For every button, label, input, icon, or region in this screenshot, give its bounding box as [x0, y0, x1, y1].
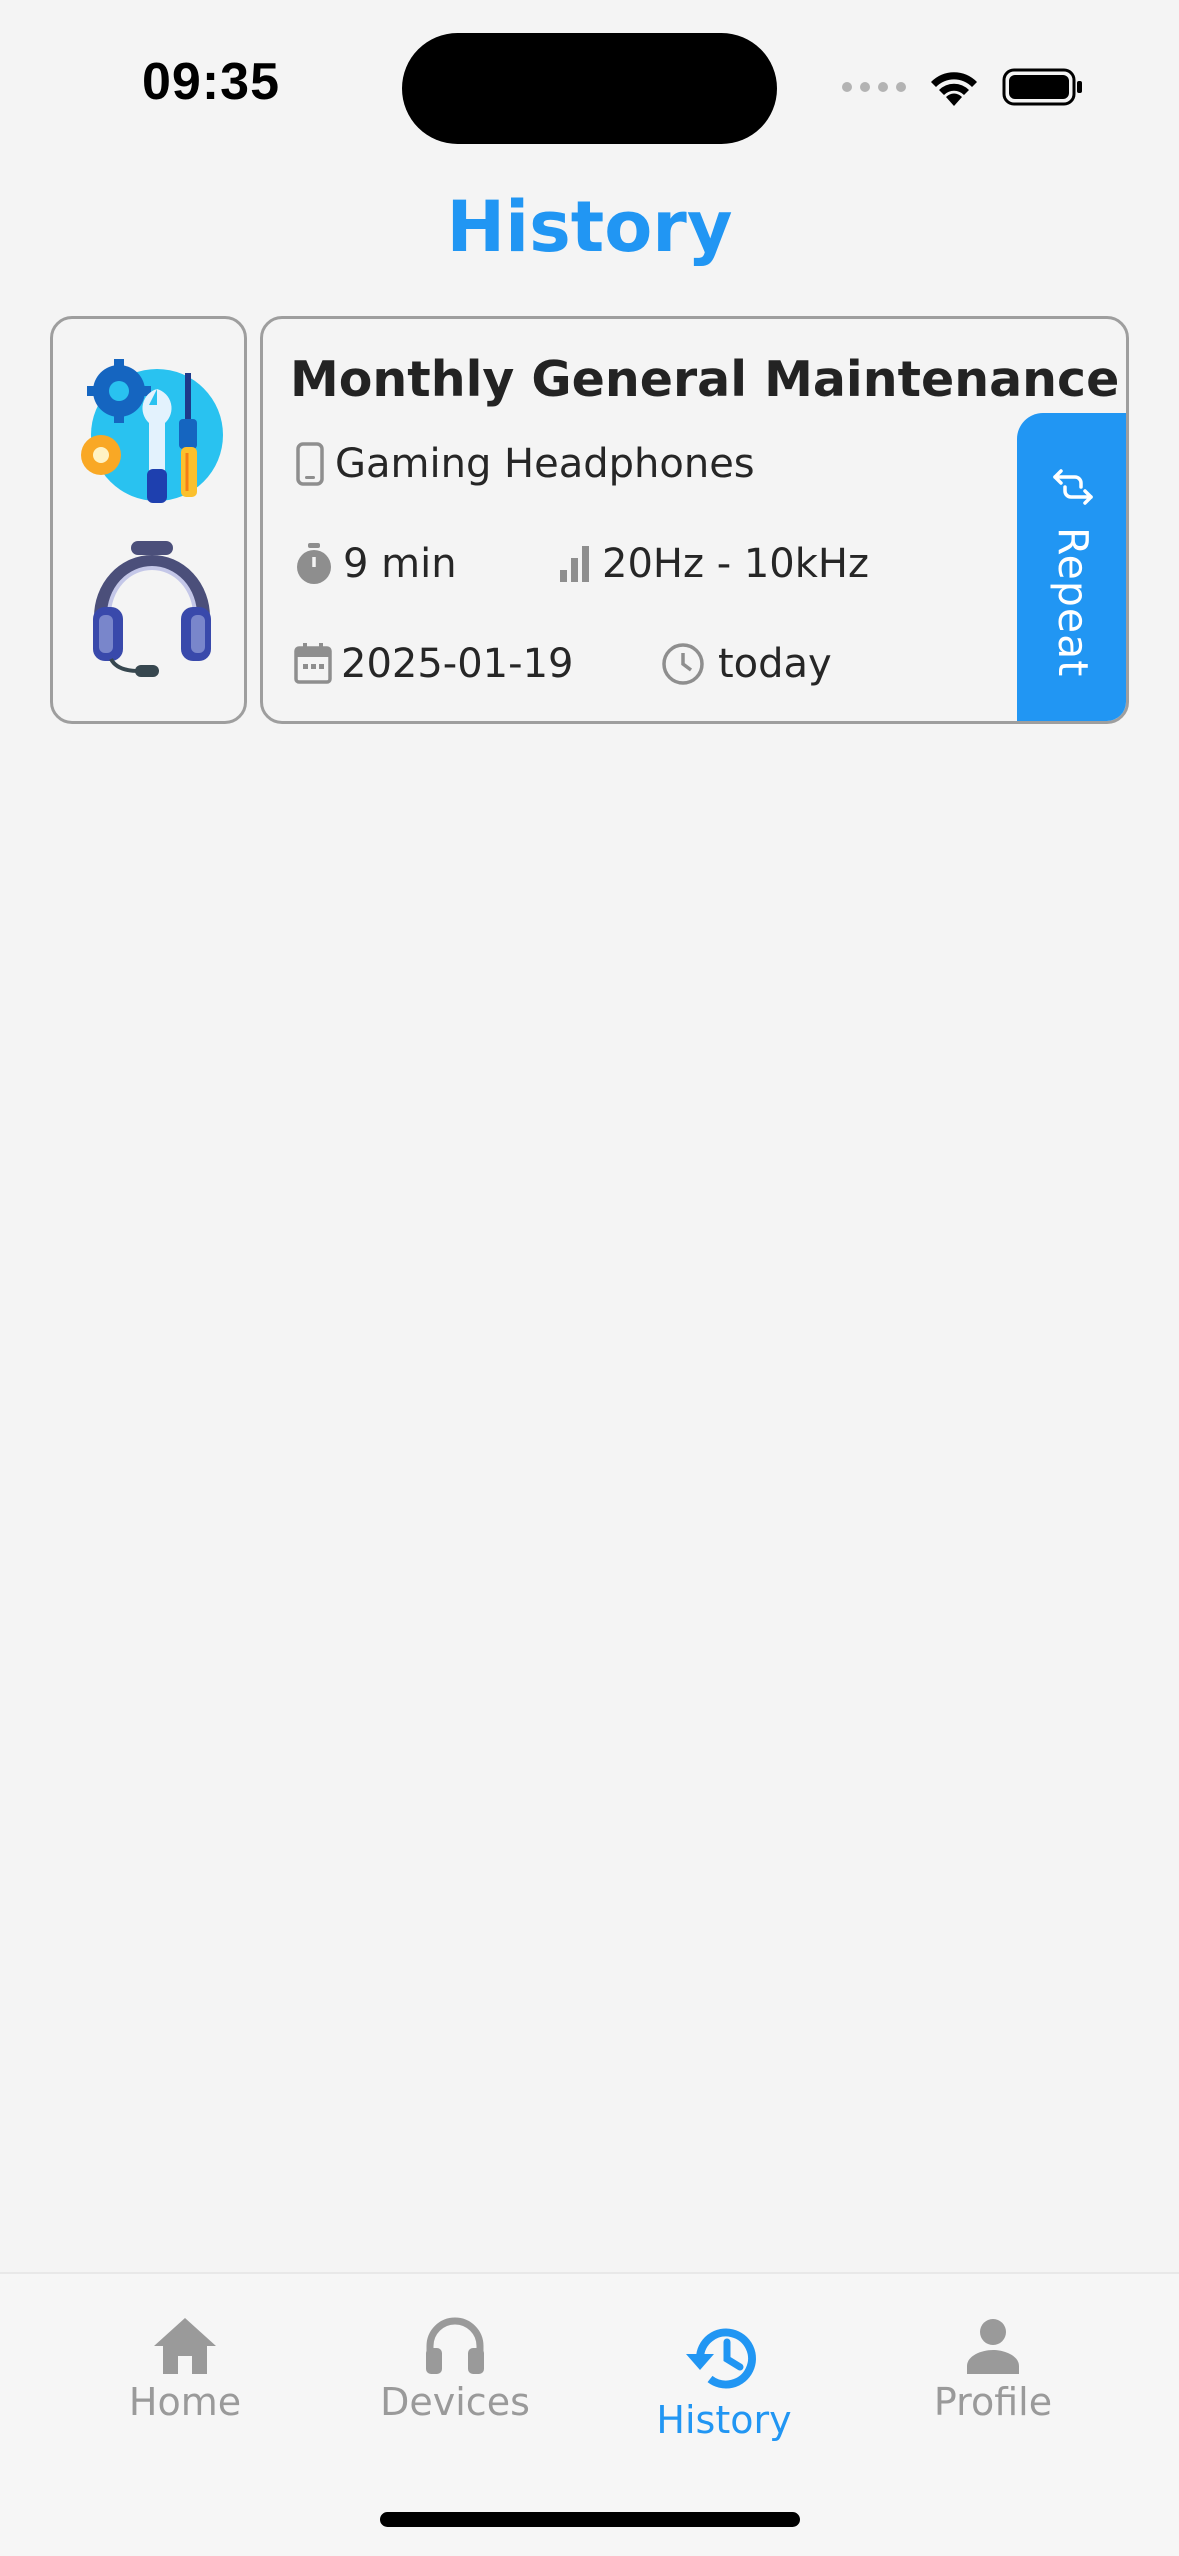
nav-profile[interactable]: Profile — [893, 2316, 1093, 2424]
home-indicator[interactable] — [380, 2512, 800, 2527]
nav-home[interactable]: Home — [85, 2316, 285, 2424]
nav-profile-label: Profile — [933, 2380, 1053, 2424]
wifi-icon — [931, 72, 977, 106]
frequency-range: 20Hz - 10kHz — [602, 541, 869, 587]
headphones-icon — [426, 2317, 484, 2374]
nav-history[interactable]: History — [624, 2322, 824, 2442]
nav-devices[interactable]: Devices — [355, 2316, 555, 2424]
history-thumbnail-card[interactable] — [50, 316, 247, 724]
session-time: today — [718, 641, 832, 687]
device-row: Gaming Headphones — [293, 441, 755, 487]
time-row: today — [660, 641, 832, 687]
signal-bars-icon — [560, 546, 589, 582]
page-title: History — [446, 186, 733, 268]
duration-row: 9 min — [293, 541, 457, 587]
person-icon — [967, 2319, 1019, 2374]
history-entry-card[interactable]: Monthly General Maintenance Gaming Headp… — [260, 316, 1129, 724]
status-icons — [842, 62, 1084, 112]
duration-value: 9 min — [343, 541, 457, 587]
date-row: 2025-01-19 — [293, 641, 573, 687]
maintenance-tools-icon — [81, 359, 223, 503]
calendar-icon — [294, 643, 332, 684]
nav-devices-label: Devices — [380, 2380, 530, 2424]
clock-icon — [662, 643, 704, 685]
battery-icon — [1002, 68, 1082, 106]
history-screen: 09:35 History Monthly General Maintenanc… — [0, 0, 1179, 2556]
cellular-signal-icon — [842, 82, 906, 92]
session-title: Monthly General Maintenance — [290, 351, 1120, 408]
dynamic-island — [402, 33, 777, 144]
gaming-headphones-icon — [93, 541, 211, 677]
timer-icon — [297, 543, 331, 584]
repeat-button[interactable]: Repeat — [1017, 413, 1126, 721]
session-date: 2025-01-19 — [341, 641, 574, 687]
repeat-label: Repeat — [1049, 527, 1097, 678]
device-name: Gaming Headphones — [335, 441, 755, 487]
phone-icon — [296, 442, 324, 486]
nav-history-label: History — [656, 2398, 792, 2442]
history-icon — [686, 2328, 756, 2389]
home-icon — [154, 2318, 216, 2374]
frequency-row: 20Hz - 10kHz — [556, 541, 869, 587]
status-time: 09:35 — [142, 53, 280, 111]
repeat-icon — [1053, 469, 1093, 505]
nav-home-label: Home — [128, 2380, 242, 2424]
